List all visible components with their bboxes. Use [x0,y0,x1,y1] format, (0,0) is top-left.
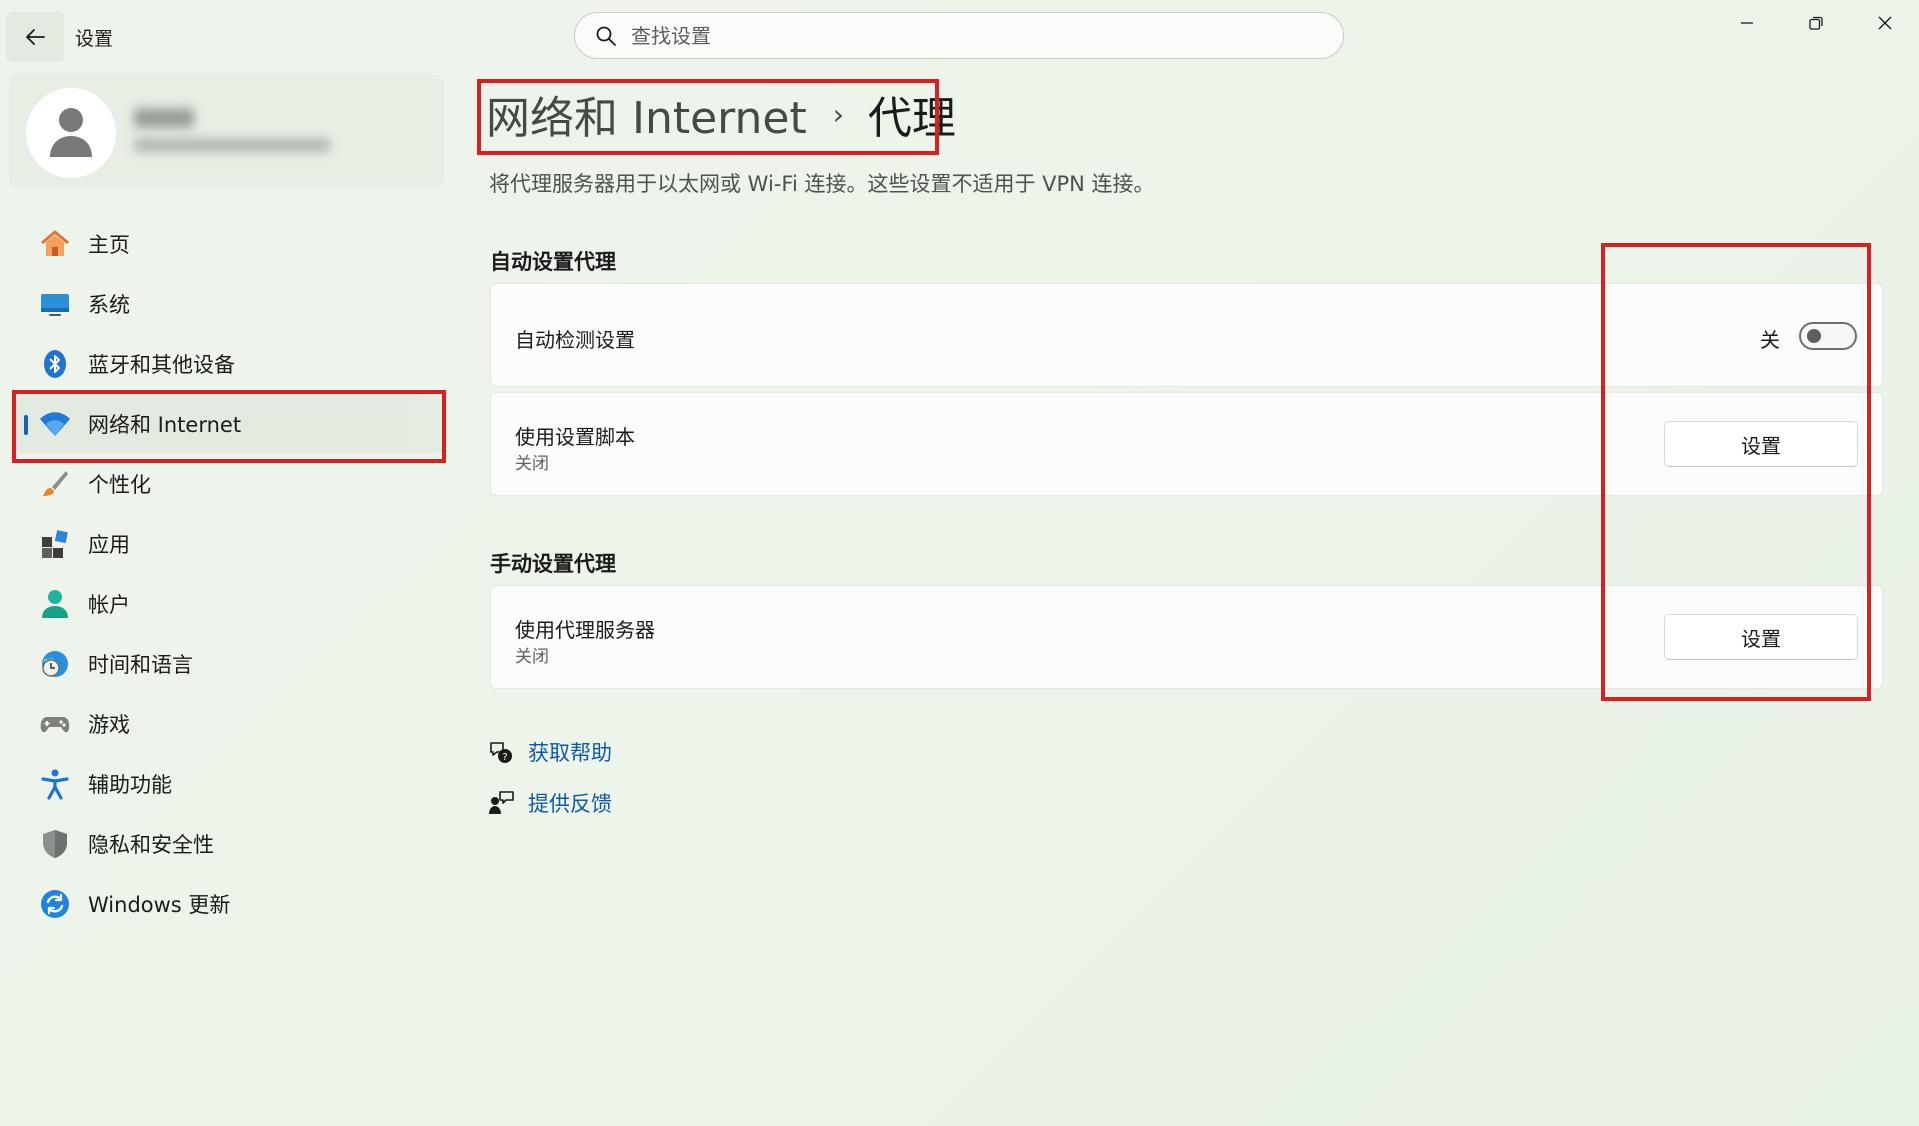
gamepad-icon [38,707,72,741]
sidebar-item-label: Windows 更新 [88,893,231,917]
globe-clock-icon [38,647,72,681]
minimize-icon [1741,22,1753,24]
sidebar-item-label: 辅助功能 [88,773,172,797]
highlight-box-controls [1601,243,1871,701]
minimize-button[interactable] [1713,0,1781,46]
close-icon [1878,16,1892,30]
highlight-box-sidebar [12,390,446,463]
sidebar-item-label: 时间和语言 [88,653,193,677]
sidebar-item-time-language[interactable]: 时间和语言 [14,635,444,693]
profile-email-redacted [134,138,330,152]
get-help-label: 获取帮助 [528,741,612,765]
search-input[interactable] [629,22,1283,49]
sidebar-item-personalization[interactable]: 个性化 [14,455,444,513]
arrow-left-icon [26,29,45,45]
sidebar-item-system[interactable]: 系统 [14,275,444,333]
svg-text:?: ? [502,752,507,763]
help-chat-icon: ? [488,739,516,765]
sidebar-item-label: 系统 [88,293,130,317]
bluetooth-icon [38,347,72,381]
sidebar-item-label: 隐私和安全性 [88,833,214,857]
give-feedback-label: 提供反馈 [528,792,612,816]
sidebar-item-label: 个性化 [88,473,151,497]
avatar[interactable] [26,88,116,178]
sidebar-item-home[interactable]: 主页 [14,215,444,273]
highlight-box-breadcrumb [477,79,939,155]
search-icon [595,25,617,47]
get-help-link[interactable]: ? 获取帮助 [488,737,612,767]
auto-detect-title: 自动检测设置 [515,328,635,352]
sidebar-item-accounts[interactable]: 帐户 [14,575,444,633]
accessibility-icon [38,767,72,801]
sidebar-item-apps[interactable]: 应用 [14,515,444,573]
setup-script-title: 使用设置脚本 [515,425,635,449]
sidebar-item-windows-update[interactable]: Windows 更新 [14,875,444,933]
give-feedback-link[interactable]: 提供反馈 [488,788,612,818]
shield-icon [38,827,72,861]
brush-icon [38,467,72,501]
sidebar-item-label: 蓝牙和其他设备 [88,353,235,377]
account-icon [38,587,72,621]
feedback-icon [488,790,516,816]
search-box[interactable] [574,12,1344,59]
sidebar-item-label: 帐户 [88,593,130,617]
proxy-server-title: 使用代理服务器 [515,618,655,642]
home-icon [38,227,72,261]
sidebar-item-label: 游戏 [88,713,130,737]
sidebar-item-bluetooth[interactable]: 蓝牙和其他设备 [14,335,444,393]
section-title-manual: 手动设置代理 [490,552,616,576]
monitor-icon [38,287,72,321]
sidebar-item-gaming[interactable]: 游戏 [14,695,444,753]
update-icon [38,887,72,921]
sidebar-item-label: 应用 [88,533,130,557]
profile-name-redacted [134,108,194,128]
maximize-button[interactable] [1782,0,1850,46]
apps-icon [38,527,72,561]
proxy-server-status: 关闭 [515,647,549,667]
back-button[interactable] [6,12,64,62]
person-icon [50,108,92,157]
app-title: 设置 [75,28,114,50]
section-title-auto: 自动设置代理 [490,250,616,274]
sidebar-item-accessibility[interactable]: 辅助功能 [14,755,444,813]
close-button[interactable] [1851,0,1919,46]
maximize-icon [1809,16,1823,30]
setup-script-status: 关闭 [515,454,549,474]
sidebar-item-label: 主页 [88,233,130,257]
page-description: 将代理服务器用于以太网或 Wi-Fi 连接。这些设置不适用于 VPN 连接。 [489,172,1155,196]
sidebar-item-privacy[interactable]: 隐私和安全性 [14,815,444,873]
